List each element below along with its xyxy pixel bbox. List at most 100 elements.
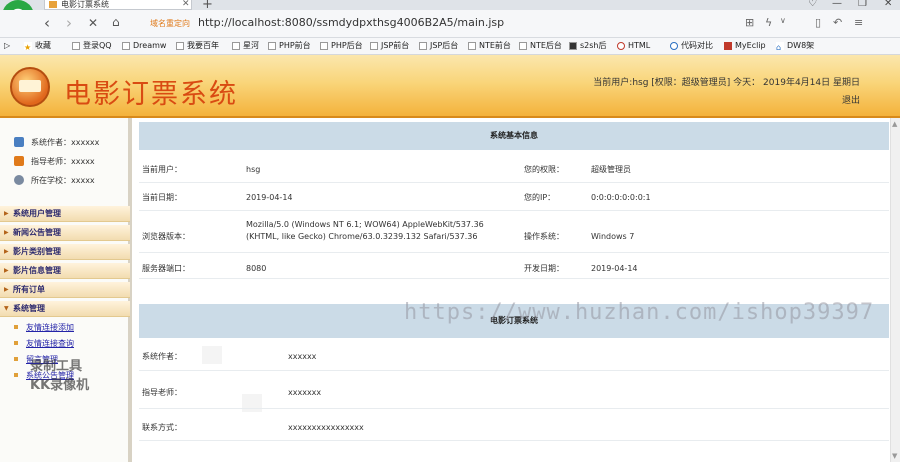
bookmark-icon <box>232 42 240 50</box>
close-window-icon[interactable]: ✕ <box>884 0 892 9</box>
bookmark-label: s2sh后 <box>580 41 607 50</box>
bookmark-dreamweaver[interactable]: Dreamw <box>122 40 166 53</box>
undo-icon[interactable]: ↶ <box>833 16 842 29</box>
menu-film-category[interactable]: ▶ 影片类别管理 <box>0 244 130 260</box>
menu-label: 影片信息管理 <box>13 266 61 275</box>
lightning-icon[interactable]: ϟ <box>765 16 772 29</box>
bookmark-jsp-front[interactable]: JSP前台 <box>370 40 409 53</box>
bookmark-xinghe[interactable]: 星河 <box>232 40 259 53</box>
maximize-icon[interactable]: ❐ <box>858 0 867 9</box>
permission-label: 您的权限： <box>524 165 564 174</box>
skin-icon[interactable]: ♡ <box>808 0 817 9</box>
teacher-label: 指导老师： <box>142 388 182 397</box>
arrow-right-icon: ▶ <box>4 210 9 217</box>
bullet-icon <box>14 373 18 377</box>
forward-icon[interactable]: › <box>66 14 72 32</box>
reader-icon[interactable]: ⊞ <box>745 16 754 29</box>
menu-icon[interactable]: ≡ <box>854 16 863 29</box>
bookmark-icon <box>724 42 732 50</box>
ip-value: 0:0:0:0:0:0:0:1 <box>591 193 651 202</box>
os-label: 操作系统： <box>524 232 564 241</box>
bookmark-icon <box>72 42 80 50</box>
sidebar-toggle-icon[interactable]: ▯ <box>815 16 821 29</box>
bookmark-s2sh[interactable]: s2sh后 <box>569 40 607 53</box>
tab-close-icon[interactable]: ✕ <box>182 0 190 9</box>
bullet-icon <box>14 325 18 329</box>
submenu-label: 友情连接添加 <box>26 323 74 332</box>
bookmark-label: NTE后台 <box>530 41 562 50</box>
browser-tab[interactable]: 电影订票系统 <box>44 0 192 10</box>
teacher-icon <box>14 156 24 166</box>
submenu-link-add[interactable]: 友情连接添加 <box>14 322 74 333</box>
arrow-down-icon: ▼ <box>4 305 9 312</box>
menu-news-management[interactable]: ▶ 新闻公告管理 <box>0 225 130 241</box>
stop-icon[interactable]: ✕ <box>88 16 98 30</box>
minimize-icon[interactable]: — <box>832 0 842 9</box>
kk-overlay-line2: KK录像机 <box>30 378 90 393</box>
menu-all-orders[interactable]: ▶ 所有订单 <box>0 282 130 298</box>
bookmark-label: 星河 <box>243 41 259 50</box>
row-divider <box>139 182 889 183</box>
main-content: 系统基本信息 当前用户： hsg 您的权限： 超级管理员 当前日期： 2019-… <box>132 118 890 462</box>
scroll-up-icon[interactable]: ▲ <box>892 120 897 128</box>
menu-label: 系统用户管理 <box>13 209 61 218</box>
bookmark-baidu[interactable]: 我要百年 <box>176 40 219 53</box>
dropdown-icon[interactable]: ∨ <box>780 16 786 25</box>
address-bar: ‹ › ✕ ⌂ 域名重定向 http://localhost:8080/ssmd… <box>0 10 900 38</box>
bookmark-label: JSP前台 <box>381 41 410 50</box>
sidebar: 系统作者：xxxxxx 指导老师：xxxxx 所在学校：xxxxx ▶ 系统用户管… <box>0 118 132 462</box>
bookmark-php-back[interactable]: PHP后台 <box>320 40 363 53</box>
bookmark-diff[interactable]: 代码对比 <box>670 40 713 53</box>
arrow-right-icon: ▶ <box>4 229 9 236</box>
bookmark-sidebar-icon[interactable]: ▷ <box>4 40 10 53</box>
submenu-label: 友情连接查询 <box>26 339 74 348</box>
bookmark-php-front[interactable]: PHP前台 <box>268 40 311 53</box>
blurred-area <box>242 394 262 412</box>
sidebar-author-text: 系统作者：xxxxxx <box>31 138 100 147</box>
bookmark-label: PHP后台 <box>331 41 363 50</box>
current-date-value: 2019-04-14 <box>246 193 293 202</box>
menu-user-management[interactable]: ▶ 系统用户管理 <box>0 206 130 222</box>
sidebar-school-text: 所在学校：xxxxx <box>31 176 95 185</box>
bookmark-jsp-back[interactable]: JSP后台 <box>419 40 458 53</box>
scroll-down-icon[interactable]: ▼ <box>892 452 897 460</box>
url-field[interactable]: 域名重定向 http://localhost:8080/ssmdydpxthsg… <box>140 15 805 33</box>
url-text[interactable]: http://localhost:8080/ssmdydpxthsg4006B2… <box>198 16 504 29</box>
arrow-right-icon: ▶ <box>4 286 9 293</box>
watermark-text: https://www.huzhan.com/ishop39397 <box>404 300 875 325</box>
browser-version-label: 浏览器版本： <box>142 232 190 241</box>
bookmark-myeclipse[interactable]: MyEclip <box>724 40 766 53</box>
bookmark-html[interactable]: HTML <box>617 40 650 53</box>
logout-link[interactable]: 退出 <box>842 93 860 106</box>
bookmark-qq[interactable]: 登录QQ <box>72 40 112 53</box>
bookmark-nte-front[interactable]: NTE前台 <box>468 40 511 53</box>
sidebar-teacher: 指导老师：xxxxx <box>14 156 95 167</box>
menu-label: 系统管理 <box>13 304 45 313</box>
bookmark-icon <box>617 42 625 50</box>
back-icon[interactable]: ‹ <box>44 14 50 32</box>
server-port-value: 8080 <box>246 264 267 273</box>
bookmark-favorites[interactable]: ★ 收藏 <box>24 40 51 53</box>
bookmark-icon <box>419 42 427 50</box>
bookmark-icon <box>320 42 328 50</box>
bookmark-icon <box>176 42 184 50</box>
home-icon[interactable]: ⌂ <box>112 15 120 29</box>
system-info-heading: 系统基本信息 <box>139 122 889 150</box>
bookmark-nte-back[interactable]: NTE后台 <box>519 40 562 53</box>
bookmark-label: 收藏 <box>35 41 51 50</box>
bookmark-dw8[interactable]: ⌂ DW8架 <box>776 40 814 53</box>
bookmark-label: Dreamw <box>133 41 167 50</box>
submenu-link-query[interactable]: 友情连接查询 <box>14 338 74 349</box>
row-divider <box>139 252 889 253</box>
bookmark-label: 登录QQ <box>83 41 112 50</box>
bookmark-label: PHP前台 <box>279 41 311 50</box>
dev-date-value: 2019-04-14 <box>591 264 638 273</box>
bookmark-icon <box>519 42 527 50</box>
bookmarks-bar: ▷ ★ 收藏 登录QQ Dreamw 我要百年 星河 PHP前台 PHP后台 JS… <box>0 38 900 55</box>
menu-film-info[interactable]: ▶ 影片信息管理 <box>0 263 130 279</box>
bullet-icon <box>14 357 18 361</box>
page-scrollbar[interactable]: ▲ ▼ <box>890 118 900 462</box>
blurred-area <box>202 346 222 364</box>
bookmark-icon <box>468 42 476 50</box>
menu-system-management[interactable]: ▼ 系统管理 <box>0 301 130 317</box>
